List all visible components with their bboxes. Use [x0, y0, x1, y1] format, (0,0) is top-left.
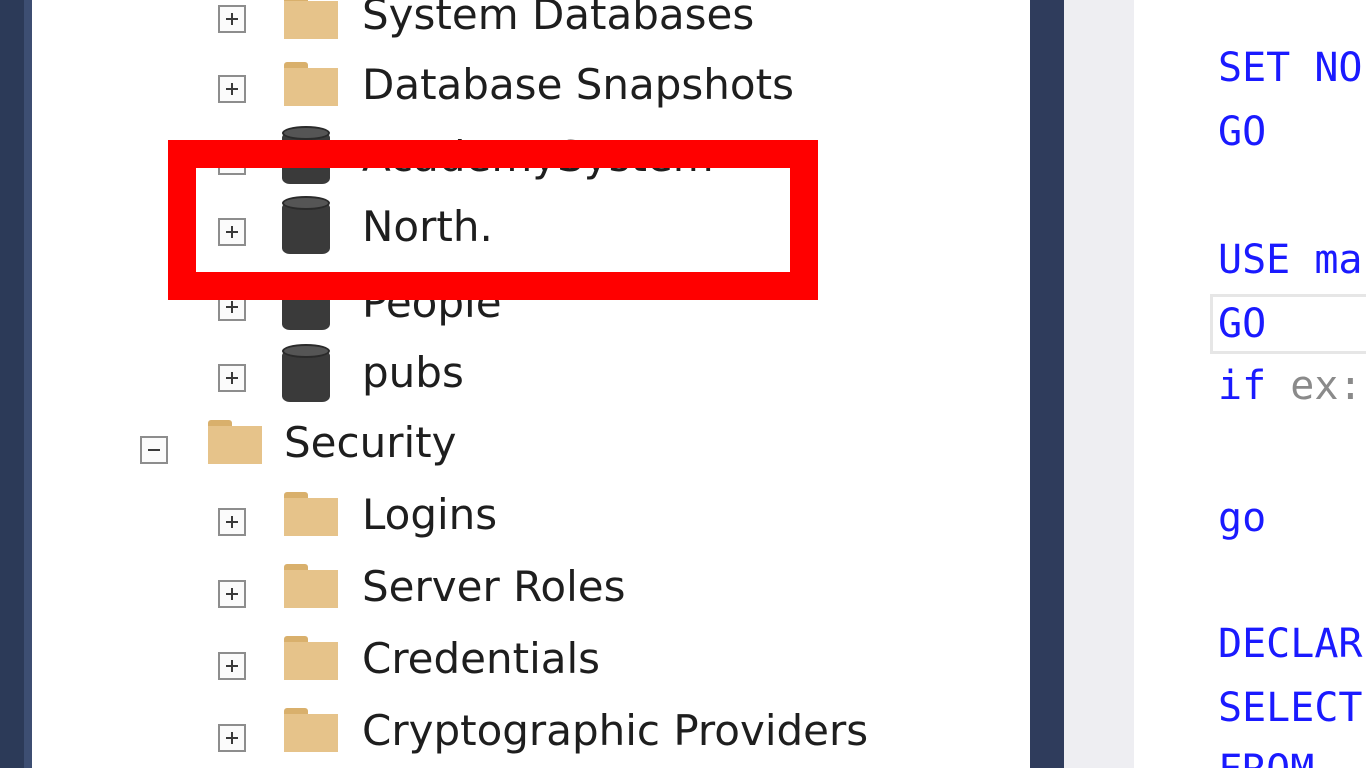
- tree-node-cryptographic-providers[interactable]: Cryptographic Providers: [32, 706, 932, 756]
- window-border: [24, 0, 32, 768]
- tree-node-system-databases[interactable]: System Databases: [32, 0, 932, 40]
- folder-icon: [284, 564, 338, 608]
- code-line: SELECT: [1218, 685, 1363, 731]
- expand-icon[interactable]: [218, 75, 246, 103]
- expand-icon[interactable]: [218, 724, 246, 752]
- code-line: if ex:: [1218, 363, 1363, 409]
- folder-icon: [284, 708, 338, 752]
- tree-node-label: Server Roles: [362, 562, 626, 611]
- tree-node-label: Database Snapshots: [362, 60, 794, 109]
- code-line: GO: [1218, 109, 1267, 155]
- folder-icon: [284, 492, 338, 536]
- code-line: USE ma: [1218, 237, 1363, 283]
- expand-icon[interactable]: [218, 508, 246, 536]
- expand-icon[interactable]: [218, 364, 246, 392]
- splitter[interactable]: [1030, 0, 1064, 768]
- editor-gutter: [1064, 0, 1134, 768]
- tree-node-security[interactable]: Security: [32, 418, 932, 468]
- expand-icon[interactable]: [218, 5, 246, 33]
- tree-node-label: Logins: [362, 490, 498, 539]
- tree-node-label: Cryptographic Providers: [362, 706, 869, 755]
- expand-icon[interactable]: [218, 652, 246, 680]
- code-line: DECLAR: [1218, 621, 1363, 667]
- tree-node-credentials[interactable]: Credentials: [32, 634, 932, 684]
- folder-icon: [208, 420, 262, 464]
- tree-node-database-snapshots[interactable]: Database Snapshots: [32, 60, 932, 110]
- tree-node-label: System Databases: [362, 0, 755, 39]
- expand-icon[interactable]: [218, 580, 246, 608]
- tree-node-pubs[interactable]: pubs: [32, 344, 932, 402]
- tree-node-label: pubs: [362, 348, 464, 397]
- tree-node-label: Security: [284, 418, 457, 467]
- collapse-icon[interactable]: [140, 436, 168, 464]
- highlight-box: [168, 140, 818, 300]
- code-line: SET NO: [1218, 45, 1363, 91]
- code-line: FROM: [1218, 746, 1314, 768]
- code-line: GO: [1218, 301, 1267, 347]
- code-line: go: [1218, 495, 1267, 541]
- tree-node-logins[interactable]: Logins: [32, 490, 932, 540]
- database-icon: [282, 344, 330, 404]
- folder-icon: [284, 0, 338, 39]
- folder-icon: [284, 636, 338, 680]
- object-explorer: System Databases Database Snapshots Acad…: [32, 0, 1030, 768]
- folder-icon: [284, 62, 338, 106]
- tree-node-server-roles[interactable]: Server Roles: [32, 562, 932, 612]
- tree-node-label: Credentials: [362, 634, 601, 683]
- query-editor[interactable]: SET NO GO USE ma GO if ex: go DECLAR SEL…: [1134, 0, 1366, 768]
